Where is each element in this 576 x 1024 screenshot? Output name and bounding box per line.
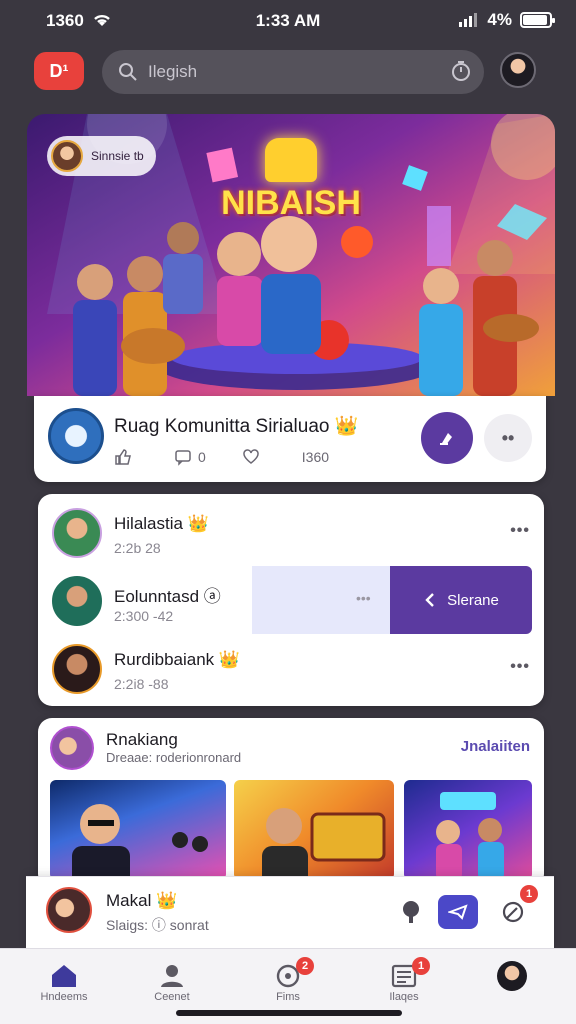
timer-icon[interactable] [450, 60, 472, 82]
chat-list: Hilalastia 👑 2:2b 28 ••• ••• Eolunntasd … [38, 494, 544, 706]
send-button[interactable] [438, 895, 478, 929]
avatar [46, 887, 92, 933]
profile-avatar[interactable] [500, 52, 536, 88]
heart-icon [243, 449, 259, 464]
crown-emblem [265, 138, 317, 182]
battery-percent: 4% [487, 10, 512, 29]
host-chip[interactable]: Sinnsie tb [47, 136, 156, 176]
tab-home[interactable]: Hndeems [24, 961, 104, 1003]
view-count: I360 [301, 449, 330, 465]
thumbs-up-icon [115, 449, 131, 465]
comment-count: 0 [198, 449, 206, 465]
tab-label: Ilaqes [389, 991, 419, 1003]
home-icon [52, 965, 76, 987]
status-right: 4% [459, 10, 555, 30]
room-card[interactable]: Ruag Komunitta Sirialuao 👑 0 I360 •• [34, 396, 546, 482]
notification-badge: 2 [296, 957, 314, 975]
home-indicator [176, 1010, 402, 1016]
more-icon[interactable]: ••• [510, 522, 530, 540]
avatar [52, 644, 102, 694]
ranking-avatar [50, 726, 94, 770]
room-stats: 0 I360 [114, 448, 329, 466]
comment-stat[interactable]: 0 [174, 448, 206, 466]
comment-icon [175, 450, 191, 466]
tab-label: Fims [276, 991, 300, 1003]
signal-icon [459, 13, 478, 27]
chat-name: Hilalastia 👑 [114, 514, 209, 533]
swipe-action-label: Slerane [447, 591, 499, 609]
ranking-see-all-link[interactable]: Jnalaiiten [461, 738, 530, 755]
battery-icon [520, 12, 555, 28]
ranking-subtitle: Dreaae: roderionronard [106, 750, 242, 765]
chat-name: Eolunntasd ⓐ [114, 587, 221, 606]
host-chip-label: Sinnsie tb [91, 149, 144, 163]
top-bar: D¹ Ilegish [0, 48, 576, 98]
share-stat[interactable] [242, 448, 266, 466]
swipe-action-button[interactable]: Slerane [390, 566, 532, 634]
now-playing-title: Makal 👑 [106, 891, 178, 910]
join-room-button[interactable] [421, 412, 473, 464]
profile-avatar [497, 961, 527, 991]
avatar [52, 508, 102, 558]
back-arrow-icon [425, 593, 434, 607]
ranking-title: Rnakiang [106, 730, 178, 749]
chat-name: Rurdibbaiank 👑 [114, 650, 241, 669]
thumbnail-image [72, 804, 208, 880]
list-item[interactable]: Hilalastia 👑 2:2b 28 ••• [38, 500, 544, 564]
notification-badge: 1 [520, 885, 538, 903]
status-bar: 1360 1:33 AM 4% [0, 0, 576, 40]
tab-community[interactable]: Ceenet [132, 961, 212, 1003]
tab-label: Hndeems [40, 991, 88, 1003]
thumbnail-image [262, 808, 386, 880]
avatar [52, 576, 102, 626]
chat-time: 2:2i8 -88 [114, 676, 169, 692]
ranking-thumbnail[interactable] [50, 780, 226, 880]
people-icon [161, 965, 183, 987]
ranking-thumbnail[interactable] [404, 780, 532, 880]
share-button[interactable]: 1 [498, 885, 538, 927]
now-playing-subtitle: Slaigs: ⓘ sonrat [106, 917, 209, 933]
view-stat: I360 [302, 448, 329, 466]
room-title: Ruag Komunitta Sirialuao 👑 [114, 416, 359, 437]
share-icon [502, 901, 524, 923]
search-bar[interactable]: Ilegish [102, 50, 484, 94]
tab-news[interactable]: 1 Ilaqes [364, 957, 444, 1003]
tab-chat[interactable]: 2 Fims [248, 957, 328, 1003]
chat-time: 2:2b 28 [114, 540, 161, 556]
app-logo[interactable]: D¹ [34, 52, 84, 90]
notification-badge: 1 [412, 957, 430, 975]
list-item[interactable]: Rurdibbaiank 👑 2:2i8 -88 ••• [38, 636, 544, 700]
now-playing-bar[interactable]: Makal 👑 Slaigs: ⓘ sonrat 1 [26, 876, 554, 948]
more-icon[interactable]: ••• [510, 658, 530, 676]
mic-button[interactable] [396, 897, 426, 927]
chat-time: 2:300 -42 [114, 608, 174, 624]
banner-title: NIBAISH [221, 184, 361, 222]
music-icon [440, 433, 452, 445]
room-avatar [48, 408, 104, 464]
tab-label: Ceenet [154, 991, 190, 1003]
host-avatar [51, 140, 83, 172]
thumbnail-image [436, 792, 504, 880]
like-stat[interactable] [114, 448, 138, 466]
ranking-thumbnail[interactable] [234, 780, 394, 880]
event-banner[interactable]: Sinnsie tb NIBAISH [27, 114, 555, 396]
mic-icon [403, 901, 419, 923]
ranking-section: Rnakiang Dreaae: roderionronard Jnalaiit… [38, 718, 544, 888]
search-icon [119, 63, 137, 81]
send-icon [448, 904, 468, 920]
search-input[interactable]: Ilegish [148, 62, 197, 82]
more-options-button[interactable]: •• [484, 414, 532, 462]
tab-profile[interactable] [472, 961, 552, 991]
